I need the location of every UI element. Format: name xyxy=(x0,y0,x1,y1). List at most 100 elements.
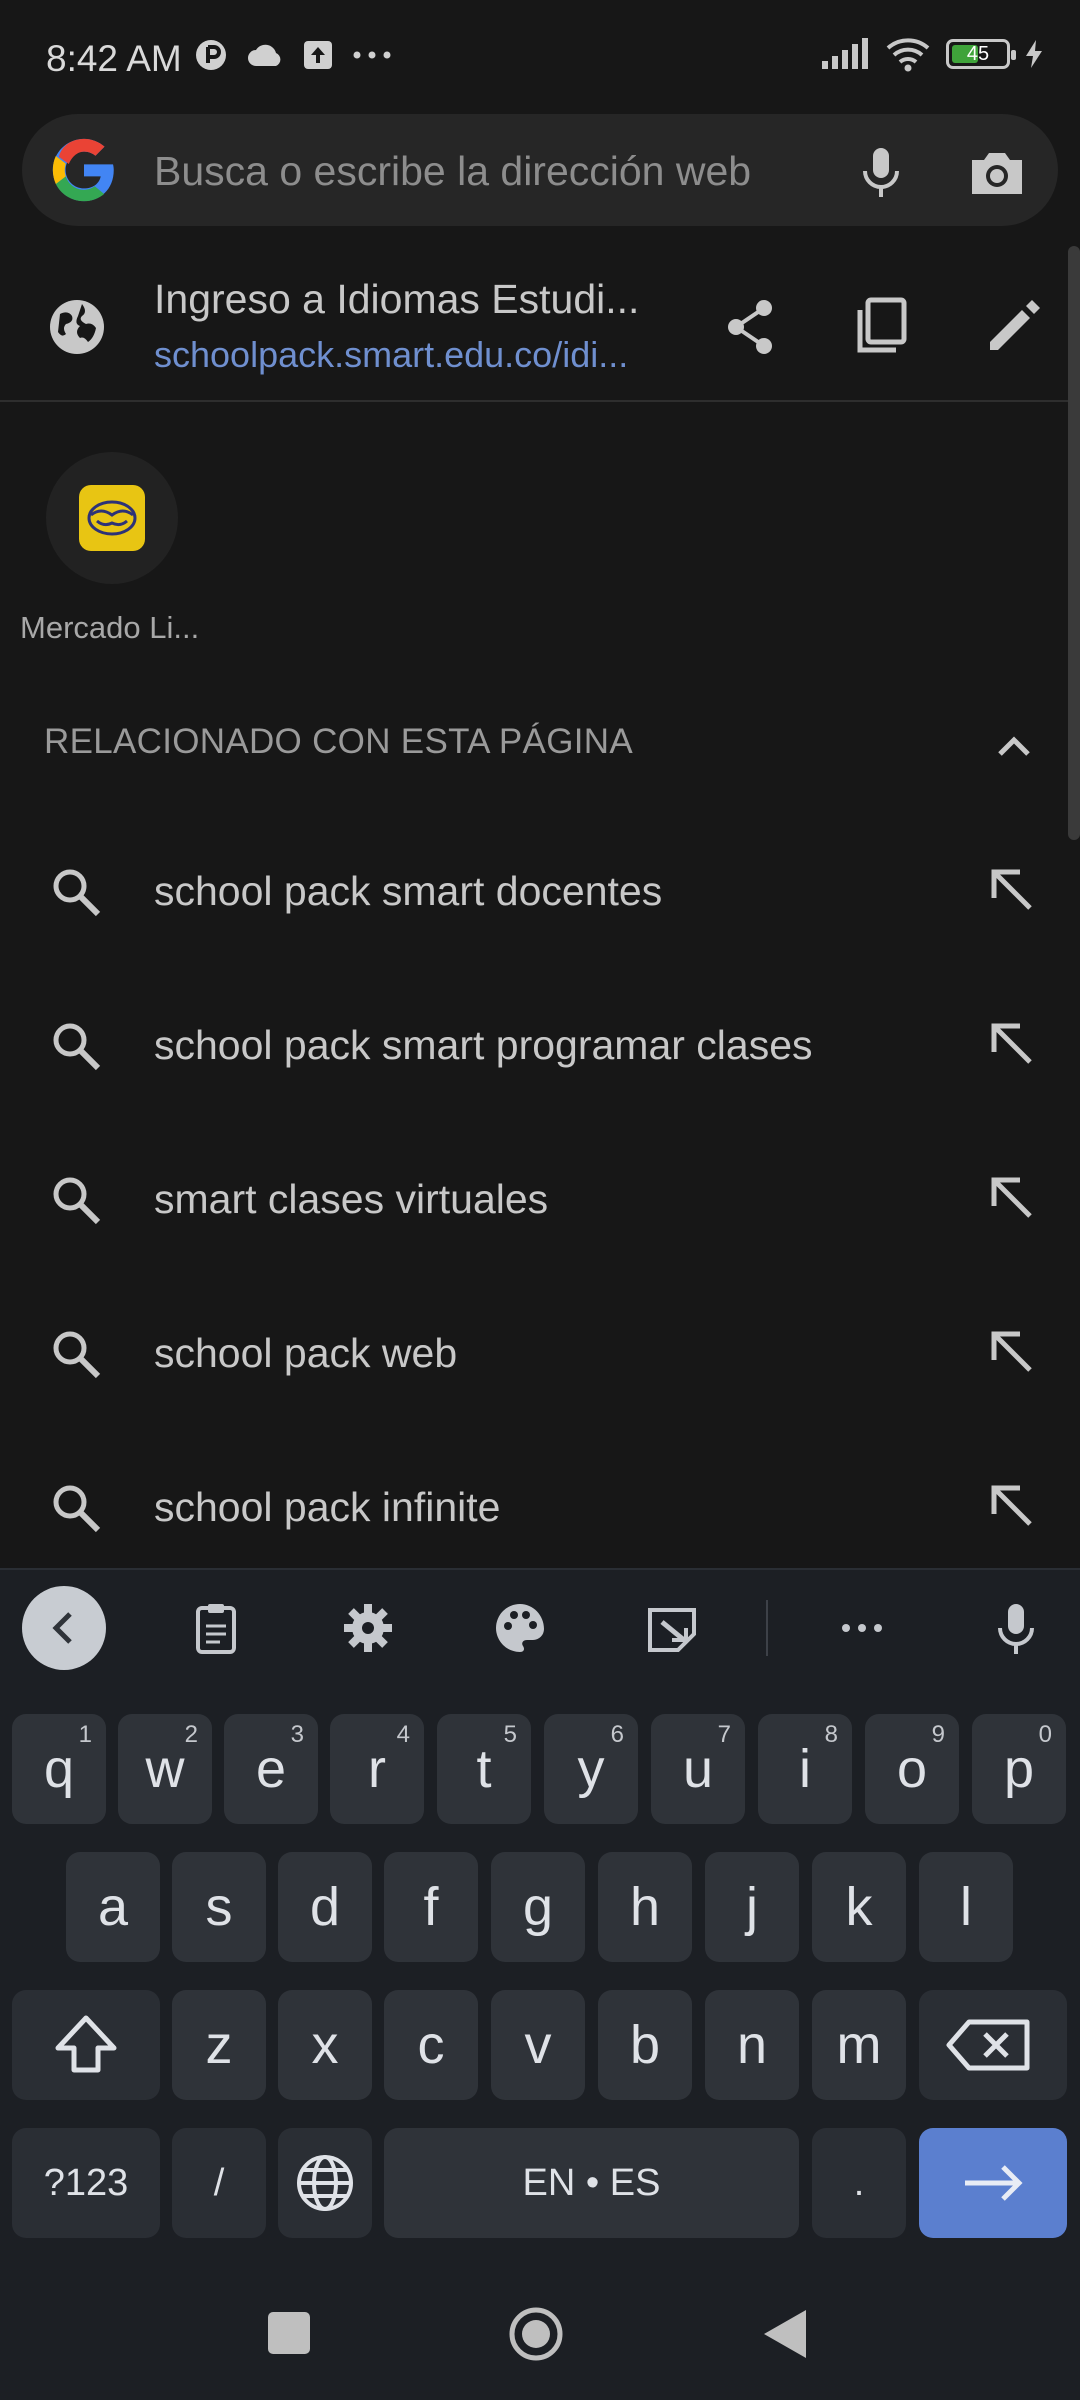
key-label: w xyxy=(145,1739,185,1799)
suggestion-list: school pack smart docentes school pack s… xyxy=(0,814,1080,1584)
cloud-icon xyxy=(248,44,281,66)
key-label: t xyxy=(476,1739,492,1799)
search-icon xyxy=(53,1331,101,1379)
key-hint: 2 xyxy=(184,1721,198,1748)
language-key[interactable] xyxy=(278,2128,372,2238)
wifi-icon xyxy=(886,38,930,72)
key-c[interactable]: c xyxy=(384,1990,478,2100)
globe-icon xyxy=(297,2155,353,2211)
mic-icon[interactable] xyxy=(986,1598,1046,1658)
arrow-up-left-icon[interactable] xyxy=(982,1014,1042,1074)
toolbar-back-button[interactable] xyxy=(22,1586,106,1670)
key-k[interactable]: k xyxy=(812,1852,906,1962)
key-h[interactable]: h xyxy=(598,1852,692,1962)
enter-key[interactable] xyxy=(919,2128,1067,2238)
key-t[interactable]: t5 xyxy=(437,1714,531,1824)
key-x[interactable]: x xyxy=(278,1990,372,2100)
space-key[interactable]: EN • ES xyxy=(384,2128,799,2238)
suggestion-text: school pack smart programar clases xyxy=(154,1022,813,1068)
shift-icon xyxy=(55,2015,117,2073)
mic-icon[interactable] xyxy=(846,138,916,208)
key-g[interactable]: g xyxy=(491,1852,585,1962)
search-input[interactable] xyxy=(154,144,834,198)
key-d[interactable]: d xyxy=(278,1852,372,1962)
copy-icon[interactable] xyxy=(846,292,916,362)
key-hint: 5 xyxy=(503,1721,517,1748)
search-icon xyxy=(53,869,101,917)
more-icon[interactable] xyxy=(832,1598,892,1658)
key-label: r xyxy=(368,1739,386,1799)
key-f[interactable]: f xyxy=(384,1852,478,1962)
back-button[interactable] xyxy=(760,2306,810,2362)
key-label: y xyxy=(577,1739,605,1799)
arrow-up-left-icon[interactable] xyxy=(982,1476,1042,1536)
battery-icon: 45 xyxy=(946,39,1016,69)
suggestion-text: school pack infinite xyxy=(154,1484,501,1530)
backspace-key[interactable] xyxy=(919,1990,1067,2100)
suggestion-item[interactable]: school pack smart docentes xyxy=(0,814,1080,968)
key-l[interactable]: l xyxy=(919,1852,1013,1962)
slash-key[interactable]: / xyxy=(172,2128,266,2238)
omnibox[interactable] xyxy=(22,114,1058,226)
key-u[interactable]: u7 xyxy=(651,1714,745,1824)
key-m[interactable]: m xyxy=(812,1990,906,2100)
suggestion-text: smart clases virtuales xyxy=(154,1176,549,1222)
chevron-up-icon[interactable] xyxy=(990,722,1038,770)
key-a[interactable]: a xyxy=(66,1852,160,1962)
key-n[interactable]: n xyxy=(705,1990,799,2100)
suggestion-item[interactable]: school pack web xyxy=(0,1276,1080,1430)
key-label: o xyxy=(896,1739,928,1799)
arrow-up-left-icon[interactable] xyxy=(982,1322,1042,1382)
key-j[interactable]: j xyxy=(705,1852,799,1962)
key-hint: 0 xyxy=(1038,1721,1052,1748)
tile-label: Mercado Li... xyxy=(20,610,200,645)
key-p[interactable]: p0 xyxy=(972,1714,1066,1824)
google-logo-icon xyxy=(52,138,114,202)
gear-icon[interactable] xyxy=(338,1598,398,1658)
key-hint: 7 xyxy=(717,1721,731,1748)
key-e[interactable]: e3 xyxy=(224,1714,318,1824)
key-v[interactable]: v xyxy=(491,1990,585,2100)
edit-icon[interactable] xyxy=(978,292,1048,362)
suggestion-item[interactable]: smart clases virtuales xyxy=(0,1122,1080,1276)
shift-key[interactable] xyxy=(12,1990,160,2100)
key-w[interactable]: w2 xyxy=(118,1714,212,1824)
suggestion-text: school pack smart docentes xyxy=(154,868,663,914)
symbols-key[interactable]: ?123 xyxy=(12,2128,160,2238)
clipboard-icon[interactable] xyxy=(186,1598,246,1658)
key-o[interactable]: o9 xyxy=(865,1714,959,1824)
recents-button[interactable] xyxy=(268,2312,310,2354)
scrollbar[interactable] xyxy=(1068,246,1080,840)
upload-icon xyxy=(304,41,332,69)
key-i[interactable]: i8 xyxy=(758,1714,852,1824)
suggestion-text: school pack web xyxy=(154,1330,458,1376)
home-button[interactable] xyxy=(508,2306,564,2362)
camera-icon[interactable] xyxy=(962,138,1032,208)
suggestion-item[interactable]: school pack smart programar clases xyxy=(0,968,1080,1122)
key-b[interactable]: b xyxy=(598,1990,692,2100)
navigation-bar xyxy=(0,2270,1080,2400)
key-s[interactable]: s xyxy=(172,1852,266,1962)
share-icon[interactable] xyxy=(716,292,786,362)
floating-keyboard-icon[interactable] xyxy=(642,1598,702,1658)
search-icon xyxy=(53,1023,101,1071)
key-hint: 6 xyxy=(610,1721,624,1748)
tile-mercado-libre[interactable]: Mercado Li... xyxy=(0,452,226,652)
suggestion-item[interactable]: school pack infinite xyxy=(0,1430,1080,1584)
status-icons-left xyxy=(194,38,392,72)
current-page-row[interactable]: Ingreso a Idiomas Estudi... schoolpack.s… xyxy=(0,256,1080,402)
arrow-up-left-icon[interactable] xyxy=(982,1168,1042,1228)
arrow-up-left-icon[interactable] xyxy=(982,860,1042,920)
page-title: Ingreso a Idiomas Estudi... xyxy=(154,276,640,322)
mercado-libre-logo-icon xyxy=(79,485,145,551)
key-r[interactable]: r4 xyxy=(330,1714,424,1824)
key-y[interactable]: y6 xyxy=(544,1714,638,1824)
key-label: i xyxy=(799,1739,811,1799)
palette-icon[interactable] xyxy=(490,1598,550,1658)
more-icon xyxy=(353,51,391,59)
tile-icon-background xyxy=(46,452,178,584)
toolbar-separator xyxy=(766,1600,768,1656)
key-q[interactable]: q1 xyxy=(12,1714,106,1824)
period-key[interactable]: . xyxy=(812,2128,906,2238)
key-z[interactable]: z xyxy=(172,1990,266,2100)
